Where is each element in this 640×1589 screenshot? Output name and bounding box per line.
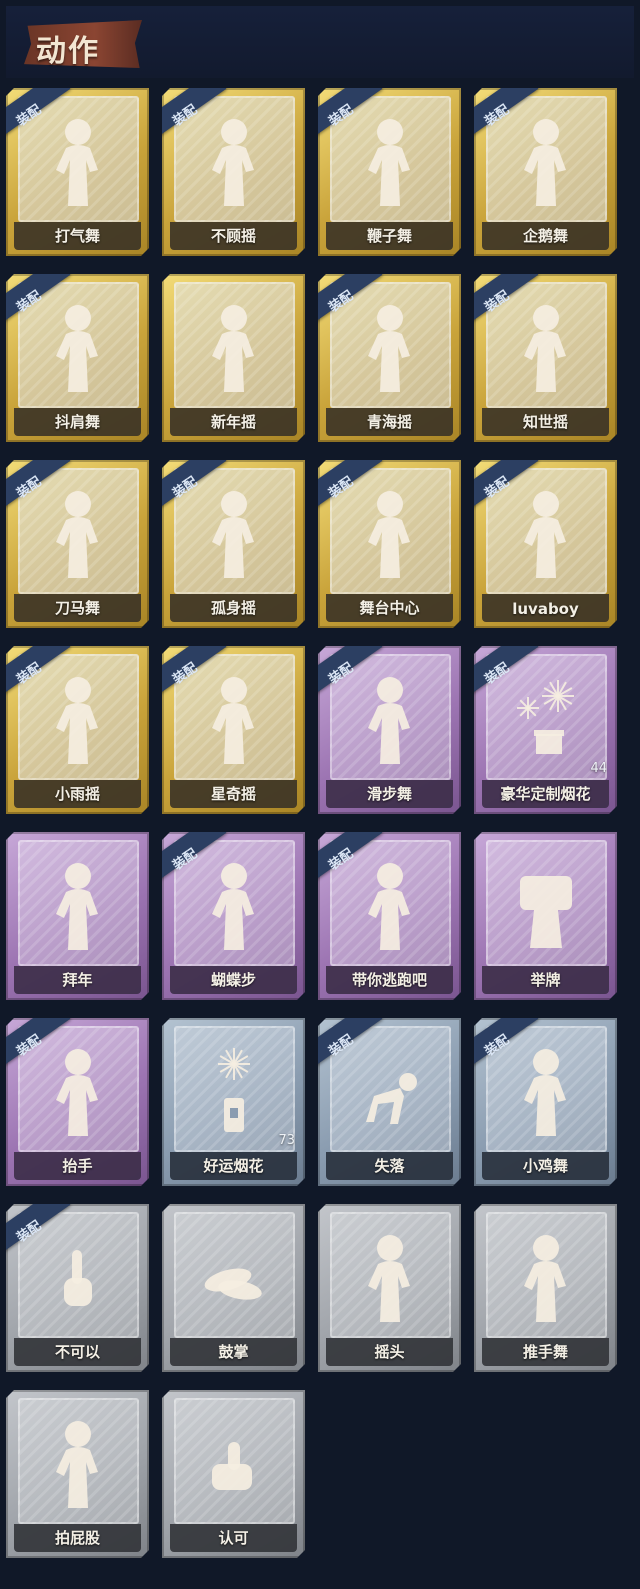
action-label: 小鸡舞 [522, 1157, 568, 1175]
action-grid: 打气舞 装配 不顾摇 装配 鞭子舞 装配 企鹅舞 装配 抖肩舞 装配 新年摇 青海摇 装配 … [0, 0, 640, 1589]
dance-pose-icon [506, 110, 586, 210]
dance-pose-icon [350, 296, 430, 396]
action-card[interactable]: 鼓掌 [162, 1204, 305, 1372]
action-card[interactable]: 青海摇 装配 [318, 274, 461, 442]
dance-pose-icon [194, 110, 274, 210]
action-label: 带你逃跑吧 [351, 971, 427, 989]
action-label: 摇头 [374, 1343, 405, 1361]
head-shake-icon [350, 1226, 430, 1326]
action-card[interactable]: luvaboy 装配 [474, 460, 617, 628]
action-label: 孤身摇 [210, 599, 256, 617]
dance-pose-icon [506, 1040, 586, 1140]
item-count: 73 [278, 1133, 295, 1148]
action-label: 舞台中心 [359, 599, 420, 617]
action-card[interactable]: 认可 [162, 1390, 305, 1558]
action-label: 失落 [374, 1157, 405, 1175]
action-card[interactable]: 推手舞 [474, 1204, 617, 1372]
action-label: 蝴蝶步 [210, 971, 256, 989]
bending-pose-icon [38, 1412, 118, 1512]
dance-pose-icon [38, 668, 118, 768]
action-card[interactable]: 带你逃跑吧 装配 [318, 832, 461, 1000]
action-card[interactable]: 不可以 装配 [6, 1204, 149, 1372]
action-label: 刀马舞 [54, 599, 100, 617]
finger-wag-icon [38, 1226, 118, 1326]
dance-pose-icon [194, 668, 274, 768]
crawling-pose-icon [350, 1040, 430, 1140]
action-label: 不可以 [54, 1343, 100, 1361]
action-label: 滑步舞 [366, 785, 412, 803]
action-label: 鼓掌 [218, 1343, 249, 1361]
action-label: 拜年 [62, 971, 93, 989]
action-label: 抖肩舞 [54, 413, 100, 431]
action-card[interactable]: 拍屁股 [6, 1390, 149, 1558]
clapping-hands-icon [194, 1226, 274, 1326]
action-card[interactable]: 企鹅舞 装配 [474, 88, 617, 256]
firework-tube-icon [194, 1040, 274, 1140]
action-label: 好运烟花 [203, 1157, 264, 1175]
action-label: 豪华定制烟花 [500, 785, 591, 803]
raise-hand-icon [38, 1040, 118, 1140]
dance-pose-icon [506, 1226, 586, 1326]
action-card[interactable]: 星奇摇 装配 [162, 646, 305, 814]
action-card[interactable]: 蝴蝶步 装配 [162, 832, 305, 1000]
dance-pose-icon [350, 110, 430, 210]
action-label: 推手舞 [522, 1343, 568, 1361]
dance-pose-icon [350, 668, 430, 768]
action-label: 不顾摇 [210, 227, 256, 245]
action-card[interactable]: 刀马舞 装配 [6, 460, 149, 628]
action-label: 拍屁股 [54, 1529, 100, 1547]
dance-pose-icon [194, 482, 274, 582]
action-label: 举牌 [530, 971, 561, 989]
action-card[interactable]: 滑步舞 装配 [318, 646, 461, 814]
action-card[interactable]: 抬手 装配 [6, 1018, 149, 1186]
action-label: 青海摇 [366, 413, 412, 431]
dance-pose-icon [350, 482, 430, 582]
dance-pose-icon [38, 110, 118, 210]
dance-pose-icon [194, 296, 274, 396]
dance-pose-icon [350, 854, 430, 954]
thumbs-up-icon [194, 1412, 274, 1512]
action-label: 企鹅舞 [522, 227, 568, 245]
action-card[interactable]: 打气舞 装配 [6, 88, 149, 256]
action-label: luvaboy [512, 600, 579, 618]
sign-holding-icon [506, 854, 586, 954]
action-label: 鞭子舞 [366, 227, 412, 245]
action-card[interactable]: 小鸡舞 装配 [474, 1018, 617, 1186]
action-label: 认可 [218, 1529, 249, 1547]
action-label: 打气舞 [54, 227, 100, 245]
action-card[interactable]: 抖肩舞 装配 [6, 274, 149, 442]
action-card[interactable]: 孤身摇 装配 [162, 460, 305, 628]
dance-pose-icon [194, 854, 274, 954]
action-card[interactable]: 不顾摇 装配 [162, 88, 305, 256]
action-card[interactable]: 鞭子舞 装配 [318, 88, 461, 256]
action-card[interactable]: 新年摇 [162, 274, 305, 442]
dance-pose-icon [38, 296, 118, 396]
action-card[interactable]: 摇头 [318, 1204, 461, 1372]
action-card[interactable]: 73 好运烟花 [162, 1018, 305, 1186]
fireworks-box-icon [506, 668, 586, 768]
action-label: 星奇摇 [210, 785, 256, 803]
action-card[interactable]: 拜年 [6, 832, 149, 1000]
dance-pose-icon [506, 296, 586, 396]
action-label: 小雨摇 [54, 785, 100, 803]
action-card[interactable]: 知世摇 装配 [474, 274, 617, 442]
action-card[interactable]: 小雨摇 装配 [6, 646, 149, 814]
action-card[interactable]: 舞台中心 装配 [318, 460, 461, 628]
dance-pose-icon [38, 482, 118, 582]
action-card[interactable]: 举牌 [474, 832, 617, 1000]
action-label: 知世摇 [522, 413, 568, 431]
greeting-pose-icon [38, 854, 118, 954]
item-count: 44 [590, 761, 607, 776]
action-label: 抬手 [62, 1157, 93, 1175]
action-card[interactable]: 失落 装配 [318, 1018, 461, 1186]
action-card[interactable]: 44 豪华定制烟花 装配 [474, 646, 617, 814]
dance-pose-icon [506, 482, 586, 582]
action-label: 新年摇 [210, 413, 256, 431]
